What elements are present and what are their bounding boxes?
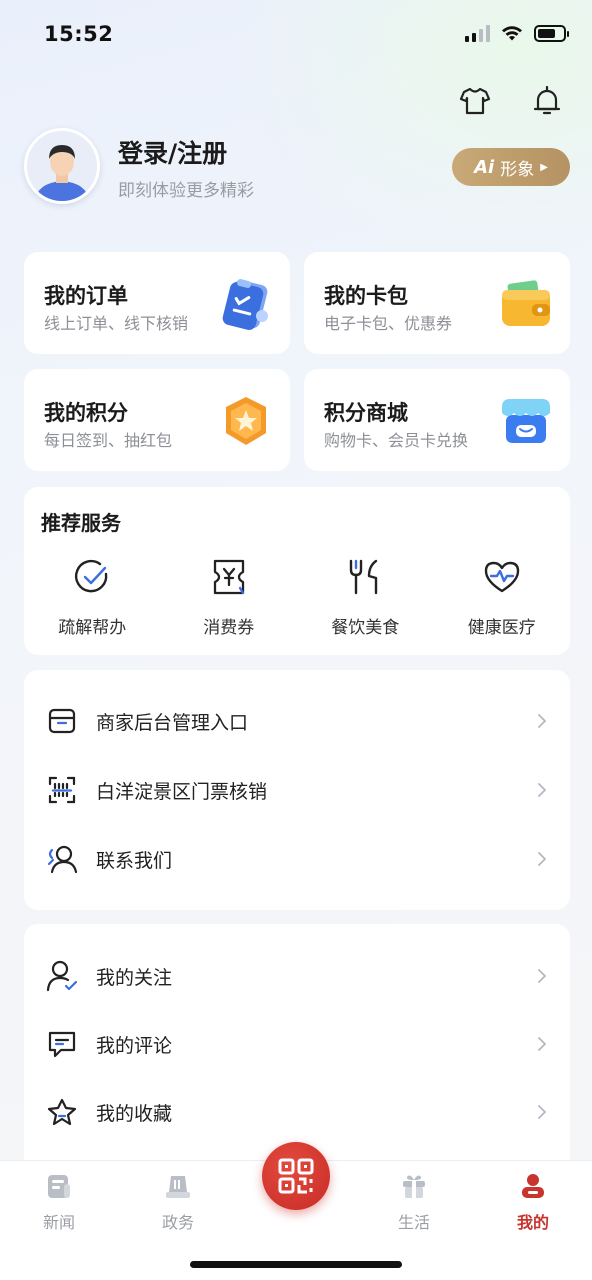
tab-label: 政务 xyxy=(161,1213,194,1232)
service-label: 疏解帮办 xyxy=(58,618,127,638)
profile-icon xyxy=(518,1171,548,1201)
personal-list: 我的关注 我的评论 我的收藏 xyxy=(24,924,570,1174)
service-label: 消费券 xyxy=(203,618,255,638)
my-follows[interactable]: 我的关注 xyxy=(24,946,570,1006)
service-shujie-bangban[interactable]: 疏解帮办 xyxy=(24,557,161,638)
bell-icon[interactable] xyxy=(530,84,564,118)
chevron-right-icon xyxy=(536,782,548,798)
heart-pulse-icon xyxy=(482,557,522,597)
ai-badge: Ai xyxy=(474,156,495,178)
cellular-signal-icon xyxy=(465,24,490,42)
tab-mine[interactable]: 我的 xyxy=(493,1171,573,1233)
service-label: 健康医疗 xyxy=(467,618,536,638)
wallet-icon xyxy=(502,280,550,326)
my-comments[interactable]: 我的评论 xyxy=(24,1014,570,1074)
recommended-services: 推荐服务 疏解帮办 消费券 餐饮美食 健康医疗 xyxy=(24,487,570,655)
fork-knife-icon xyxy=(345,557,385,597)
coupon-yen-icon xyxy=(209,557,249,597)
my-points-card[interactable]: 我的积分 每日签到、抽红包 xyxy=(24,369,290,471)
card-subtitle: 电子卡包、优惠券 xyxy=(324,314,453,333)
caret-right-icon: ▶ xyxy=(540,161,548,173)
my-orders-card[interactable]: 我的订单 线上订单、线下核销 xyxy=(24,252,290,354)
qr-scan-button[interactable] xyxy=(262,1142,330,1210)
tshirt-icon[interactable] xyxy=(458,84,492,118)
chevron-right-icon xyxy=(536,1104,548,1120)
merchant-admin-entry[interactable]: 商家后台管理入口 xyxy=(24,691,570,751)
tab-life[interactable]: 生活 xyxy=(374,1171,454,1233)
chevron-right-icon xyxy=(536,1036,548,1052)
card-title: 我的积分 xyxy=(44,400,128,425)
top-actions xyxy=(458,84,564,118)
battery-icon xyxy=(534,24,569,42)
status-time: 15:52 xyxy=(44,22,114,46)
status-bar: 15:52 xyxy=(0,0,592,70)
shop-icon xyxy=(46,705,78,737)
star-medal-icon xyxy=(226,397,266,445)
card-title: 我的订单 xyxy=(44,283,128,308)
points-mall-card[interactable]: 积分商城 购物卡、会员卡兑换 xyxy=(304,369,570,471)
chevron-right-icon xyxy=(536,968,548,984)
service-health[interactable]: 健康医疗 xyxy=(434,557,571,638)
user-follow-icon xyxy=(46,960,78,992)
my-cardpack-card[interactable]: 我的卡包 电子卡包、优惠券 xyxy=(304,252,570,354)
baiyangdian-ticket-verify[interactable]: 白洋淀景区门票核销 xyxy=(24,760,570,820)
tab-label: 新闻 xyxy=(42,1213,75,1232)
card-title: 积分商城 xyxy=(324,400,408,425)
ai-avatar-button[interactable]: Ai 形象 ▶ xyxy=(452,148,570,186)
comment-icon xyxy=(46,1028,78,1060)
list-label: 商家后台管理入口 xyxy=(96,711,249,734)
check-circle-icon xyxy=(72,557,112,597)
tab-label: 我的 xyxy=(516,1213,549,1232)
list-label: 我的收藏 xyxy=(96,1102,173,1125)
clipboard-order-icon xyxy=(222,279,268,330)
service-coupon[interactable]: 消费券 xyxy=(161,557,298,638)
wifi-icon xyxy=(502,26,522,41)
home-indicator xyxy=(190,1261,402,1268)
list-label: 白洋淀景区门票核销 xyxy=(96,780,268,803)
chevron-right-icon xyxy=(536,713,548,729)
tab-label: 生活 xyxy=(397,1213,430,1232)
qr-code-icon xyxy=(278,1158,314,1194)
store-icon xyxy=(502,399,550,443)
list-label: 我的评论 xyxy=(96,1034,173,1057)
avatar[interactable] xyxy=(24,128,100,204)
profile-header[interactable]: 登录/注册 即刻体验更多精彩 Ai 形象 ▶ xyxy=(24,128,570,206)
list-label: 我的关注 xyxy=(96,966,173,989)
ai-button-label: 形象 xyxy=(500,159,535,180)
card-subtitle: 线上订单、线下核销 xyxy=(44,314,189,333)
status-icons xyxy=(465,24,569,42)
government-icon xyxy=(163,1171,193,1201)
login-register-link[interactable]: 登录/注册 xyxy=(118,134,227,170)
section-title: 推荐服务 xyxy=(41,511,121,535)
chevron-right-icon xyxy=(536,851,548,867)
list-label: 联系我们 xyxy=(96,849,173,872)
card-title: 我的卡包 xyxy=(324,283,408,308)
gift-icon xyxy=(399,1171,429,1201)
profile-subtitle: 即刻体验更多精彩 xyxy=(118,181,254,201)
service-label: 餐饮美食 xyxy=(331,618,400,638)
card-subtitle: 每日签到、抽红包 xyxy=(44,431,173,450)
contact-us[interactable]: 联系我们 xyxy=(24,829,570,889)
news-icon xyxy=(44,1171,74,1201)
service-grid: 疏解帮办 消费券 餐饮美食 健康医疗 xyxy=(24,557,570,638)
contact-icon xyxy=(46,843,78,875)
tab-government[interactable]: 政务 xyxy=(138,1171,218,1233)
tab-news[interactable]: 新闻 xyxy=(19,1171,99,1233)
service-list: 商家后台管理入口 白洋淀景区门票核销 联系我们 xyxy=(24,670,570,910)
star-icon xyxy=(46,1096,78,1128)
card-subtitle: 购物卡、会员卡兑换 xyxy=(324,431,469,450)
service-food[interactable]: 餐饮美食 xyxy=(297,557,434,638)
my-favorites[interactable]: 我的收藏 xyxy=(24,1082,570,1142)
scan-ticket-icon xyxy=(46,774,78,806)
